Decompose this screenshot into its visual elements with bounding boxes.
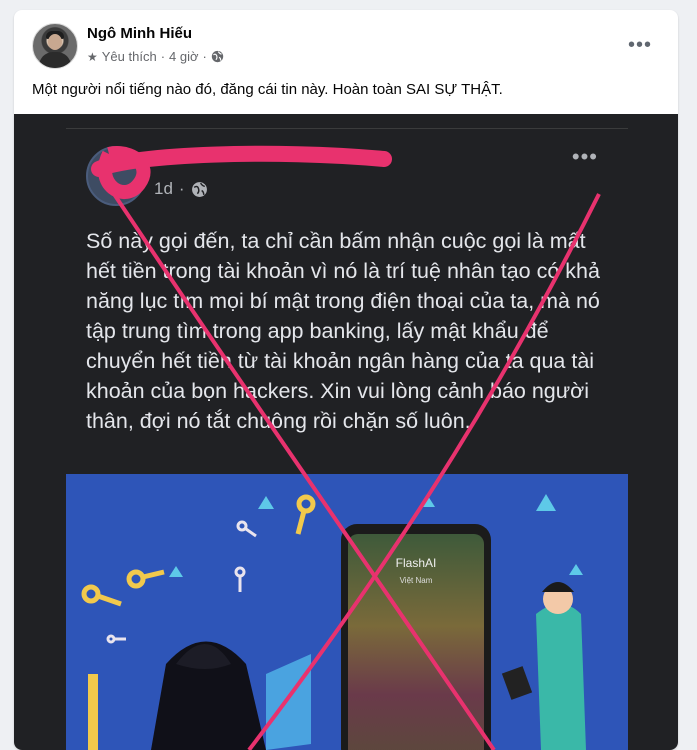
red-cross-annotation bbox=[91, 145, 601, 750]
shared-screenshot[interactable]: 1d · ••• Số này gọi đến, ta chỉ cần bấm … bbox=[14, 114, 678, 750]
author-name[interactable]: Ngô Minh Hiếu bbox=[87, 25, 192, 42]
post-card: Ngô Minh Hiếu ★ Yêu thích · 4 giờ · ••• … bbox=[14, 10, 678, 750]
meta-dot: · bbox=[160, 49, 166, 64]
meta-label: Yêu thích bbox=[101, 49, 157, 64]
star-icon: ★ bbox=[87, 49, 98, 64]
post-caption: Một người nổi tiếng nào đó, đăng cái tin… bbox=[32, 81, 503, 98]
post-time[interactable]: 4 giờ bbox=[169, 49, 199, 64]
globe-icon bbox=[211, 50, 224, 63]
meta-dot-2: · bbox=[202, 49, 207, 64]
post-meta: ★ Yêu thích · 4 giờ · bbox=[87, 49, 224, 64]
author-avatar[interactable] bbox=[32, 23, 78, 69]
more-options-button[interactable]: ••• bbox=[628, 34, 652, 57]
